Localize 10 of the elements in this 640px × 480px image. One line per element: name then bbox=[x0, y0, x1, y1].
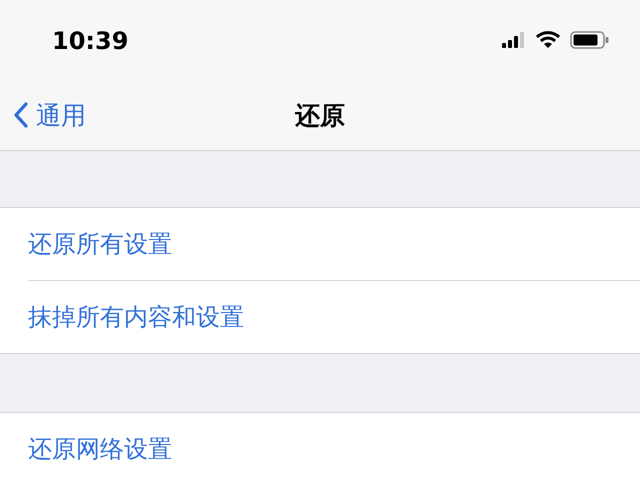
signal-icon bbox=[502, 32, 526, 48]
battery-icon bbox=[570, 31, 610, 49]
wifi-icon bbox=[536, 31, 560, 49]
status-time: 10:39 bbox=[52, 26, 130, 55]
back-button[interactable]: 通用 bbox=[0, 98, 92, 132]
reset-option[interactable]: 还原所有设置 bbox=[28, 228, 172, 260]
reset-option[interactable]: 抹掉所有内容和设置 bbox=[28, 301, 244, 333]
chevron-left-icon bbox=[14, 102, 28, 128]
reset-option[interactable]: 还原网络设置 bbox=[28, 433, 172, 465]
page-title: 还原 bbox=[295, 100, 345, 132]
